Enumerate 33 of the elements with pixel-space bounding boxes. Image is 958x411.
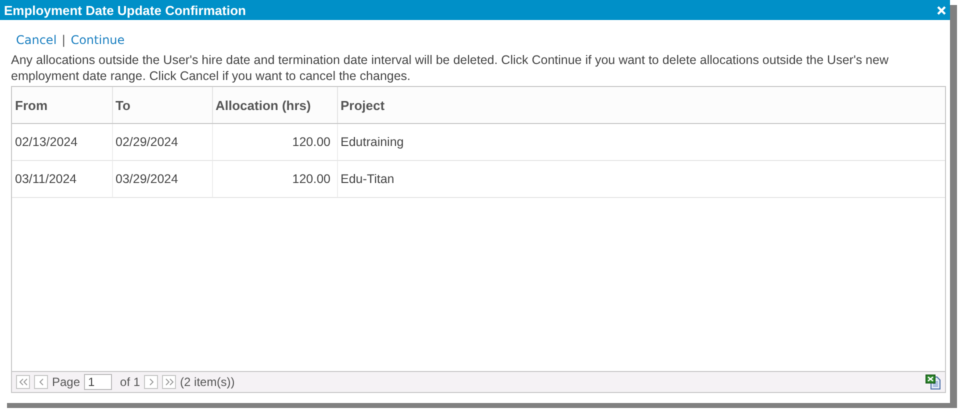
table-cell: 02/29/2024 <box>112 124 212 160</box>
page-input[interactable]: 1 <box>84 374 112 390</box>
column-header[interactable]: From <box>12 87 112 124</box>
double-chevron-right-icon <box>164 378 174 386</box>
table-cell: 120.00 <box>212 124 337 160</box>
chevron-left-icon <box>36 378 46 386</box>
table-cell: 120.00 <box>212 160 337 198</box>
close-button[interactable] <box>937 6 946 14</box>
column-header[interactable]: Allocation (hrs) <box>212 87 337 124</box>
item-count: (2 item(s)) <box>180 375 235 389</box>
close-icon <box>937 6 946 14</box>
action-link[interactable]: Cancel <box>16 33 57 47</box>
table-cell: Edutraining <box>337 124 945 160</box>
page-count: of 1 <box>120 375 140 389</box>
spreadsheet-icon <box>925 374 941 390</box>
last-page-button[interactable] <box>162 375 176 389</box>
first-page-button[interactable] <box>16 375 30 389</box>
page-label: Page <box>52 375 80 389</box>
message-text: Any allocations outside the User's hire date and termination date interval will be deleted. Click Continue if you want to delete allocations outside the User's new employment date range. Click Cancel if you want to cancel the changes. <box>11 52 890 84</box>
table-cell: 03/29/2024 <box>112 160 212 198</box>
action-link[interactable]: Continue <box>70 33 125 47</box>
separator: | <box>62 33 66 47</box>
window-title: Employment Date Update Confirmation <box>4 2 246 18</box>
double-chevron-left-icon <box>18 378 28 386</box>
table-cell: Edu-Titan <box>337 160 945 198</box>
previous-page-button[interactable] <box>34 375 48 389</box>
next-page-button[interactable] <box>144 375 158 389</box>
table-cell: 03/11/2024 <box>12 160 112 198</box>
table-cell: 02/13/2024 <box>12 124 112 160</box>
column-header[interactable]: Project <box>337 87 945 124</box>
export-button[interactable] <box>925 374 941 390</box>
column-header[interactable]: To <box>112 87 212 124</box>
chevron-right-icon <box>146 378 156 386</box>
